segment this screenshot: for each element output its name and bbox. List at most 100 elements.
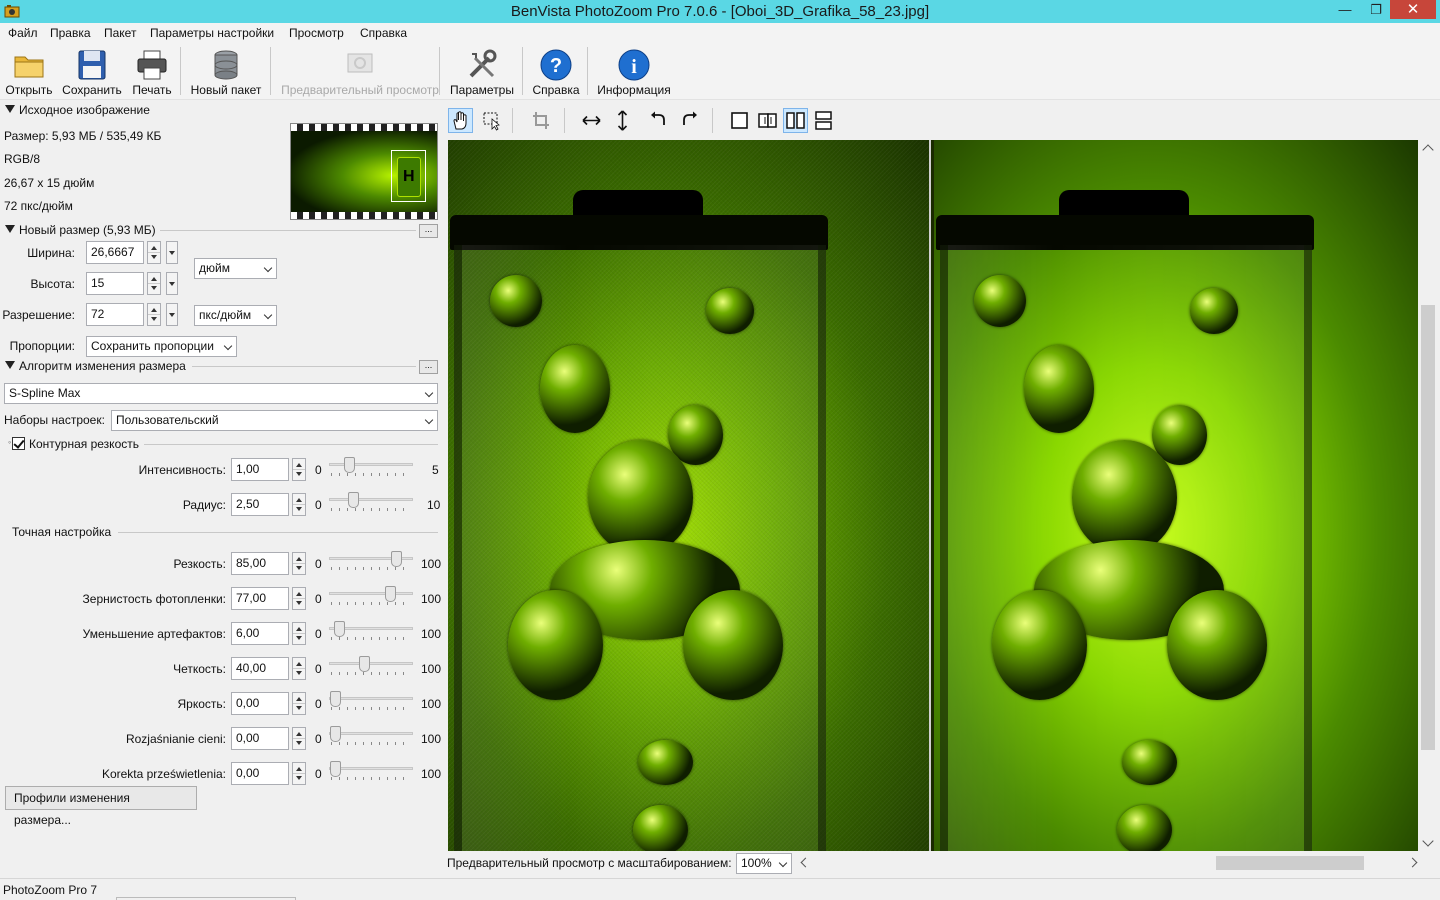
size-unit-select[interactable]: дюйм (194, 258, 277, 279)
settings-button[interactable]: Параметры (450, 45, 514, 97)
menu-file[interactable]: Файл (8, 26, 38, 40)
intensity-input[interactable]: 1,00 (231, 458, 289, 481)
section-new-size[interactable]: Новый размер (5,93 МБ) (5, 223, 156, 237)
slider-thumb[interactable] (385, 586, 397, 602)
menu-edit[interactable]: Правка (50, 26, 91, 40)
clarity-stepper[interactable] (292, 657, 306, 680)
sharpness-label: Резкость: (173, 557, 226, 571)
new-batch-button[interactable]: Новый пакет (191, 45, 261, 97)
brightness-input[interactable]: 0,00 (231, 692, 289, 715)
slider-thumb[interactable] (330, 691, 341, 707)
fit-width-button[interactable] (579, 108, 604, 133)
intensity-slider[interactable] (329, 457, 413, 480)
resolution-unit-arrow[interactable] (166, 303, 178, 326)
selection-tool-button[interactable] (479, 108, 504, 133)
clarity-slider[interactable] (329, 656, 413, 679)
scroll-up-icon[interactable] (1422, 144, 1434, 156)
clarity-input[interactable]: 40,00 (231, 657, 289, 680)
proportions-select[interactable]: Сохранить пропорции (86, 336, 237, 357)
slider-thumb[interactable] (330, 726, 341, 742)
menu-settings[interactable]: Параметры настройки (150, 26, 274, 40)
zoom-select[interactable]: 100% (736, 853, 792, 874)
new-size-more-button[interactable]: ... (419, 224, 438, 238)
slider-thumb[interactable] (334, 621, 346, 637)
close-button[interactable]: ✕ (1390, 0, 1436, 19)
print-button[interactable]: Печать (132, 45, 172, 97)
crop-button[interactable] (529, 108, 554, 133)
view-selection-rectangle[interactable] (391, 150, 426, 202)
resize-profiles-button[interactable]: Профили изменения размера... (5, 786, 197, 827)
help-button[interactable]: ? Справка (532, 45, 580, 97)
radius-slider[interactable] (329, 492, 413, 515)
preview-image-pane[interactable] (934, 140, 1418, 851)
width-input[interactable]: 26,6667 (86, 241, 144, 264)
resolution-input[interactable]: 72 (86, 303, 144, 326)
slider-thumb[interactable] (344, 457, 356, 473)
menu-batch[interactable]: Пакет (104, 26, 136, 40)
scroll-down-icon[interactable] (1422, 835, 1434, 847)
menu-view[interactable]: Просмотр (289, 26, 344, 40)
sharpness-input[interactable]: 85,00 (231, 552, 289, 575)
single-view-button[interactable] (727, 108, 752, 133)
info-button[interactable]: i Информация (597, 45, 671, 97)
artifact-reduction-stepper[interactable] (292, 622, 306, 645)
vertical-scrollbar[interactable] (1418, 140, 1440, 851)
shadow-lighten-slider[interactable] (329, 726, 413, 749)
section-source-image[interactable]: Исходное изображение (5, 103, 150, 117)
rotate-right-button[interactable] (677, 108, 702, 133)
shadow-lighten-input[interactable]: 0,00 (231, 727, 289, 750)
radius-stepper[interactable] (292, 493, 306, 516)
overexposure-correction-stepper[interactable] (292, 762, 306, 785)
preview-area[interactable] (448, 140, 1418, 851)
unsharp-mask-checkbox[interactable] (12, 437, 25, 450)
minimize-button[interactable]: — (1331, 0, 1359, 21)
slider-thumb[interactable] (348, 492, 359, 508)
film-grain-input[interactable]: 77,00 (231, 587, 289, 610)
algorithm-select[interactable]: S-Spline Max (4, 383, 438, 404)
section-algorithm[interactable]: Алгоритм изменения размера (5, 359, 186, 373)
split-view-button[interactable] (755, 108, 780, 133)
width-stepper[interactable] (147, 241, 161, 264)
original-image-pane[interactable] (448, 140, 931, 851)
height-unit-arrow[interactable] (166, 272, 178, 295)
slider-thumb[interactable] (391, 551, 403, 567)
artifact-reduction-input[interactable]: 6,00 (231, 622, 289, 645)
scroll-thumb[interactable] (1216, 856, 1364, 870)
preview-button[interactable]: Предварительный просмотр (281, 45, 439, 97)
navigator-thumbnail[interactable] (290, 123, 438, 220)
intensity-stepper[interactable] (292, 458, 306, 481)
shadow-lighten-stepper[interactable] (292, 727, 306, 750)
scroll-left-icon[interactable] (800, 857, 811, 868)
width-unit-arrow[interactable] (166, 241, 178, 264)
rotate-left-button[interactable] (646, 108, 671, 133)
film-grain-slider[interactable] (329, 586, 413, 609)
slider-thumb[interactable] (358, 656, 370, 672)
restore-button[interactable]: ❐ (1362, 0, 1390, 21)
scroll-thumb[interactable] (1421, 305, 1435, 750)
menu-help[interactable]: Справка (360, 26, 407, 40)
stacked-view-button[interactable] (811, 108, 836, 133)
overexposure-correction-slider[interactable] (329, 761, 413, 784)
sharpness-stepper[interactable] (292, 552, 306, 575)
height-stepper[interactable] (147, 272, 161, 295)
open-button[interactable]: Открыть (5, 45, 53, 97)
presets-select[interactable]: Пользовательский (111, 410, 438, 431)
height-input[interactable]: 15 (86, 272, 144, 295)
slider-thumb[interactable] (330, 761, 341, 777)
resolution-unit-select[interactable]: пкс/дюйм (194, 305, 277, 326)
brightness-slider[interactable] (329, 691, 413, 714)
brightness-stepper[interactable] (292, 692, 306, 715)
resolution-stepper[interactable] (147, 303, 161, 326)
fit-height-button[interactable] (610, 108, 635, 133)
hand-tool-button[interactable] (448, 108, 473, 133)
sharpness-slider[interactable] (329, 551, 413, 574)
side-by-side-button[interactable] (783, 108, 808, 133)
horizontal-scrollbar[interactable] (796, 853, 1422, 873)
scroll-right-icon[interactable] (1407, 857, 1418, 868)
algorithm-more-button[interactable]: ... (419, 360, 438, 374)
radius-input[interactable]: 2,50 (231, 493, 289, 516)
overexposure-correction-input[interactable]: 0,00 (231, 762, 289, 785)
film-grain-stepper[interactable] (292, 587, 306, 610)
artifact-reduction-slider[interactable] (329, 621, 413, 644)
save-button[interactable]: Сохранить (62, 45, 122, 97)
